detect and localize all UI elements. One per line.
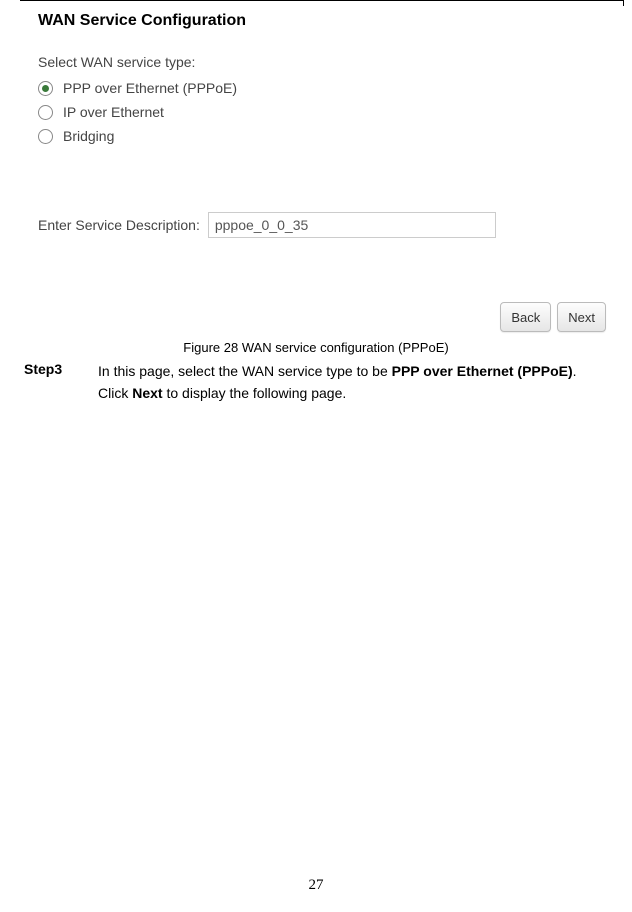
radio-icon — [38, 105, 53, 120]
radio-option-ipoe[interactable]: IP over Ethernet — [38, 100, 612, 124]
figure-caption: Figure 28 WAN service configuration (PPP… — [20, 340, 612, 355]
radio-icon — [38, 129, 53, 144]
step-label: Step3 — [24, 361, 98, 404]
step-text-b2: Next — [132, 385, 162, 401]
service-type-radio-group: PPP over Ethernet (PPPoE) IP over Ethern… — [38, 76, 612, 148]
radio-option-pppoe[interactable]: PPP over Ethernet (PPPoE) — [38, 76, 612, 100]
next-button[interactable]: Next — [557, 302, 606, 332]
service-description-row: Enter Service Description: — [38, 212, 612, 238]
nav-button-row: Back Next — [20, 302, 612, 332]
config-title: WAN Service Configuration — [38, 12, 612, 30]
step-text: In this page, select the WAN service typ… — [98, 361, 602, 404]
service-description-label: Enter Service Description: — [38, 217, 200, 233]
radio-icon — [38, 81, 53, 96]
service-description-input[interactable] — [208, 212, 496, 238]
page-number: 27 — [0, 877, 632, 894]
step-text-pre: In this page, select the WAN service typ… — [98, 363, 392, 379]
radio-label: Bridging — [63, 128, 114, 144]
select-service-type-label: Select WAN service type: — [38, 54, 612, 70]
right-border-stub — [623, 0, 624, 6]
back-button[interactable]: Back — [500, 302, 551, 332]
radio-label: PPP over Ethernet (PPPoE) — [63, 80, 237, 96]
step-text-b1: PPP over Ethernet (PPPoE) — [392, 363, 573, 379]
step-row: Step3 In this page, select the WAN servi… — [20, 361, 612, 404]
step-text-post: to display the following page. — [163, 385, 347, 401]
top-border-line — [20, 0, 624, 1]
radio-label: IP over Ethernet — [63, 104, 164, 120]
radio-option-bridging[interactable]: Bridging — [38, 124, 612, 148]
